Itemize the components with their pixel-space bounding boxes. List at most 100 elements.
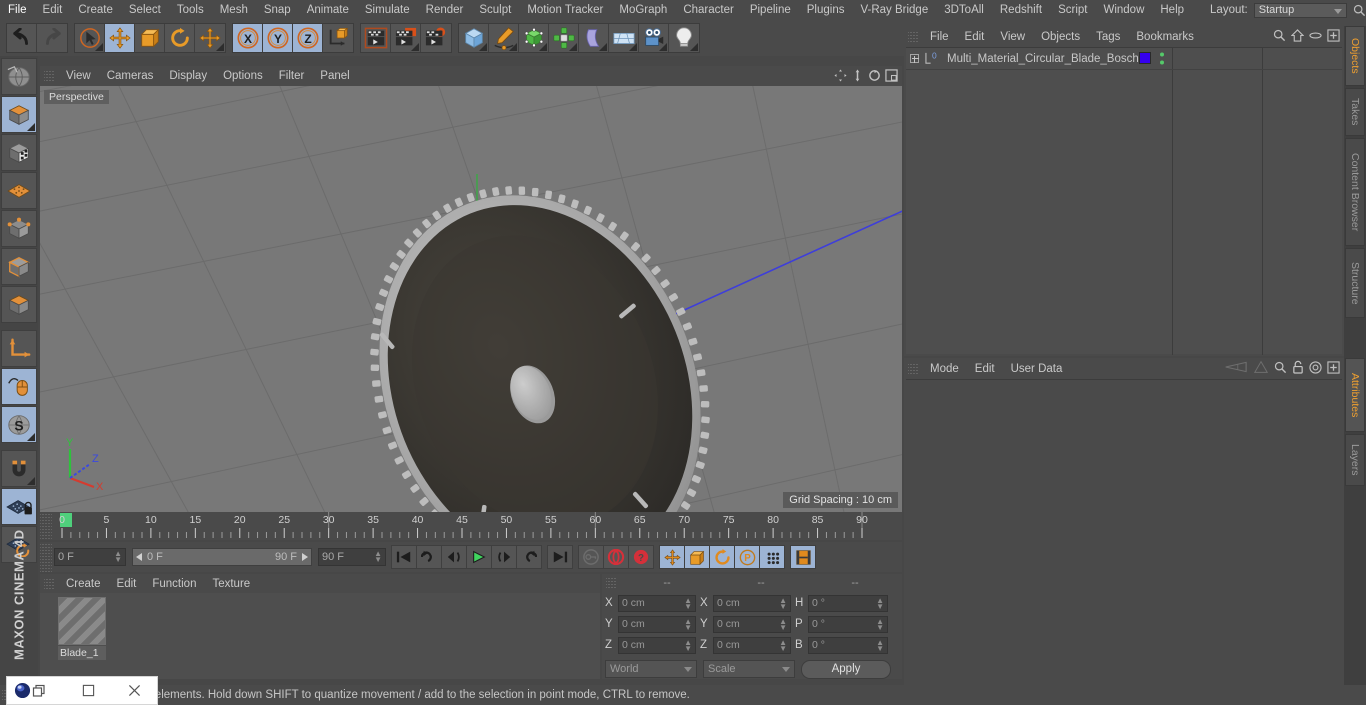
object-menu-bookmarks[interactable]: Bookmarks — [1128, 27, 1202, 47]
max-frame-field[interactable]: 90 F ▲ ▼ — [318, 548, 386, 566]
menu-select[interactable]: Select — [121, 0, 169, 20]
viewport-menu-panel[interactable]: Panel — [312, 66, 357, 86]
model-mode-button[interactable] — [1, 96, 37, 133]
expand-toggle-icon[interactable] — [910, 54, 919, 63]
workplane-magnet-button[interactable] — [1, 450, 37, 487]
key-position-button[interactable] — [659, 545, 685, 569]
menu-motion-tracker[interactable]: Motion Tracker — [519, 0, 611, 20]
object-tree[interactable]: 0 Multi_Material_Circular_Blade_Bosch — [906, 47, 1342, 355]
menu-help[interactable]: Help — [1152, 0, 1192, 20]
pan-icon[interactable] — [834, 69, 847, 87]
attributes-menu-edit[interactable]: Edit — [967, 359, 1003, 379]
tab-content-browser[interactable]: Content Browser — [1345, 138, 1365, 246]
viewport-menu-options[interactable]: Options — [215, 66, 271, 86]
menu-mograph[interactable]: MoGraph — [611, 0, 675, 20]
move-tool-button[interactable] — [105, 24, 135, 52]
panel-grip[interactable] — [44, 576, 54, 591]
previous-frame-button[interactable] — [441, 545, 467, 569]
tab-takes[interactable]: Takes — [1345, 88, 1365, 136]
tab-att2ributes[interactable]: Attributes — [1345, 358, 1365, 432]
spinner-icon[interactable]: ▲ ▼ — [684, 596, 692, 610]
size-z-field[interactable]: 0 cm ▲ ▼ — [713, 636, 791, 654]
menu-render[interactable]: Render — [418, 0, 472, 20]
maximize-viewport-icon[interactable] — [885, 69, 898, 87]
pen-spline-button[interactable] — [489, 24, 519, 52]
menu-redshift[interactable]: Redshift — [992, 0, 1050, 20]
menu-vray-bridge[interactable]: V-Ray Bridge — [852, 0, 936, 20]
search-icon[interactable] — [1274, 361, 1287, 379]
forward-arrow-icon[interactable] — [1253, 360, 1269, 379]
attributes-menu-user-data[interactable]: User Data — [1003, 359, 1071, 379]
object-menu-tags[interactable]: Tags — [1088, 27, 1128, 47]
menu-plugins[interactable]: Plugins — [799, 0, 853, 20]
restore-window-icon[interactable] — [31, 684, 47, 698]
size-x-field[interactable]: 0 cm ▲ ▼ — [713, 594, 791, 612]
viewport-menu-view[interactable]: View — [58, 66, 99, 86]
menu-3dtoall[interactable]: 3DToAll — [936, 0, 992, 20]
viewport-menu-cameras[interactable]: Cameras — [99, 66, 162, 86]
menu-window[interactable]: Window — [1095, 0, 1152, 20]
spinner-icon[interactable]: ▲ ▼ — [374, 550, 382, 564]
search-icon[interactable] — [1273, 29, 1286, 47]
lock-icon[interactable] — [1292, 360, 1304, 379]
key-pla-button[interactable] — [759, 545, 785, 569]
menu-animate[interactable]: Animate — [299, 0, 357, 20]
autokeying-button[interactable] — [578, 545, 604, 569]
spinner-icon[interactable]: ▲ ▼ — [779, 638, 787, 652]
viewport-solo-button[interactable] — [1, 368, 37, 405]
subdivision-surface-button[interactable] — [519, 24, 549, 52]
object-menu-file[interactable]: File — [922, 27, 957, 47]
plus-box-icon[interactable] — [1327, 360, 1340, 379]
position-x-field[interactable]: 0 cm ▲ ▼ — [618, 594, 696, 612]
coordinate-system-dropdown[interactable]: World — [605, 660, 697, 678]
viewport-menu-display[interactable]: Display — [161, 66, 215, 86]
ellipse-icon[interactable] — [1309, 29, 1322, 47]
panel-grip[interactable] — [44, 69, 54, 83]
spinner-icon[interactable]: ▲ ▼ — [114, 550, 122, 564]
points-mode-button[interactable] — [1, 172, 37, 209]
attributes-menu-mode[interactable]: Mode — [922, 359, 967, 379]
panel-grip[interactable] — [908, 29, 918, 44]
tab-layers[interactable]: Layers — [1345, 434, 1365, 486]
attributes-content[interactable] — [906, 379, 1342, 703]
render-settings-button[interactable] — [421, 24, 451, 52]
spinner-icon[interactable]: ▲ ▼ — [779, 596, 787, 610]
edges-mode-button[interactable] — [1, 210, 37, 247]
render-view-button[interactable] — [361, 24, 391, 52]
y-axis-lock-button[interactable]: Y — [263, 24, 293, 52]
panel-grip[interactable] — [606, 576, 616, 590]
enable-axis-modification-button[interactable] — [1, 330, 37, 367]
position-y-field[interactable]: 0 cm ▲ ▼ — [618, 615, 696, 633]
menu-sculpt[interactable]: Sculpt — [471, 0, 519, 20]
apply-button[interactable]: Apply — [801, 659, 891, 679]
scale-tool-button[interactable] — [135, 24, 165, 52]
bend-deformer-button[interactable] — [579, 24, 609, 52]
back-arrow-icon[interactable] — [1222, 360, 1248, 379]
search-icon[interactable] — [1353, 2, 1366, 18]
menu-mesh[interactable]: Mesh — [212, 0, 256, 20]
spinner-icon[interactable]: ▲ ▼ — [876, 617, 884, 631]
material-menu-create[interactable]: Create — [58, 574, 109, 594]
material-list[interactable]: Blade_1 — [40, 593, 600, 679]
preview-range-slider[interactable]: 0 F 90 F — [132, 548, 312, 566]
polygons-mode-button[interactable] — [1, 248, 37, 285]
material-menu-function[interactable]: Function — [144, 574, 204, 594]
next-key-button[interactable] — [516, 545, 542, 569]
panel-grip[interactable] — [40, 542, 52, 572]
next-frame-button[interactable] — [491, 545, 517, 569]
z-axis-lock-button[interactable]: Z — [293, 24, 323, 52]
viewport-3d[interactable]: Perspective Grid Spacing : 10 cm Y X Z — [40, 86, 902, 512]
menu-edit[interactable]: Edit — [35, 0, 71, 20]
rotation-b-field[interactable]: 0 ° ▲ ▼ — [808, 636, 888, 654]
object-menu-edit[interactable]: Edit — [957, 27, 993, 47]
previous-key-button[interactable] — [416, 545, 442, 569]
key-scale-button[interactable] — [684, 545, 710, 569]
transform-mode-dropdown[interactable]: Scale — [703, 660, 795, 678]
redo-button[interactable] — [37, 24, 67, 52]
close-window-icon[interactable] — [115, 676, 153, 705]
viewport-menu-filter[interactable]: Filter — [271, 66, 313, 86]
floor-environment-button[interactable] — [609, 24, 639, 52]
texture-mode-button[interactable] — [1, 134, 37, 171]
rotate-view-icon[interactable] — [868, 69, 881, 87]
menu-simulate[interactable]: Simulate — [357, 0, 418, 20]
